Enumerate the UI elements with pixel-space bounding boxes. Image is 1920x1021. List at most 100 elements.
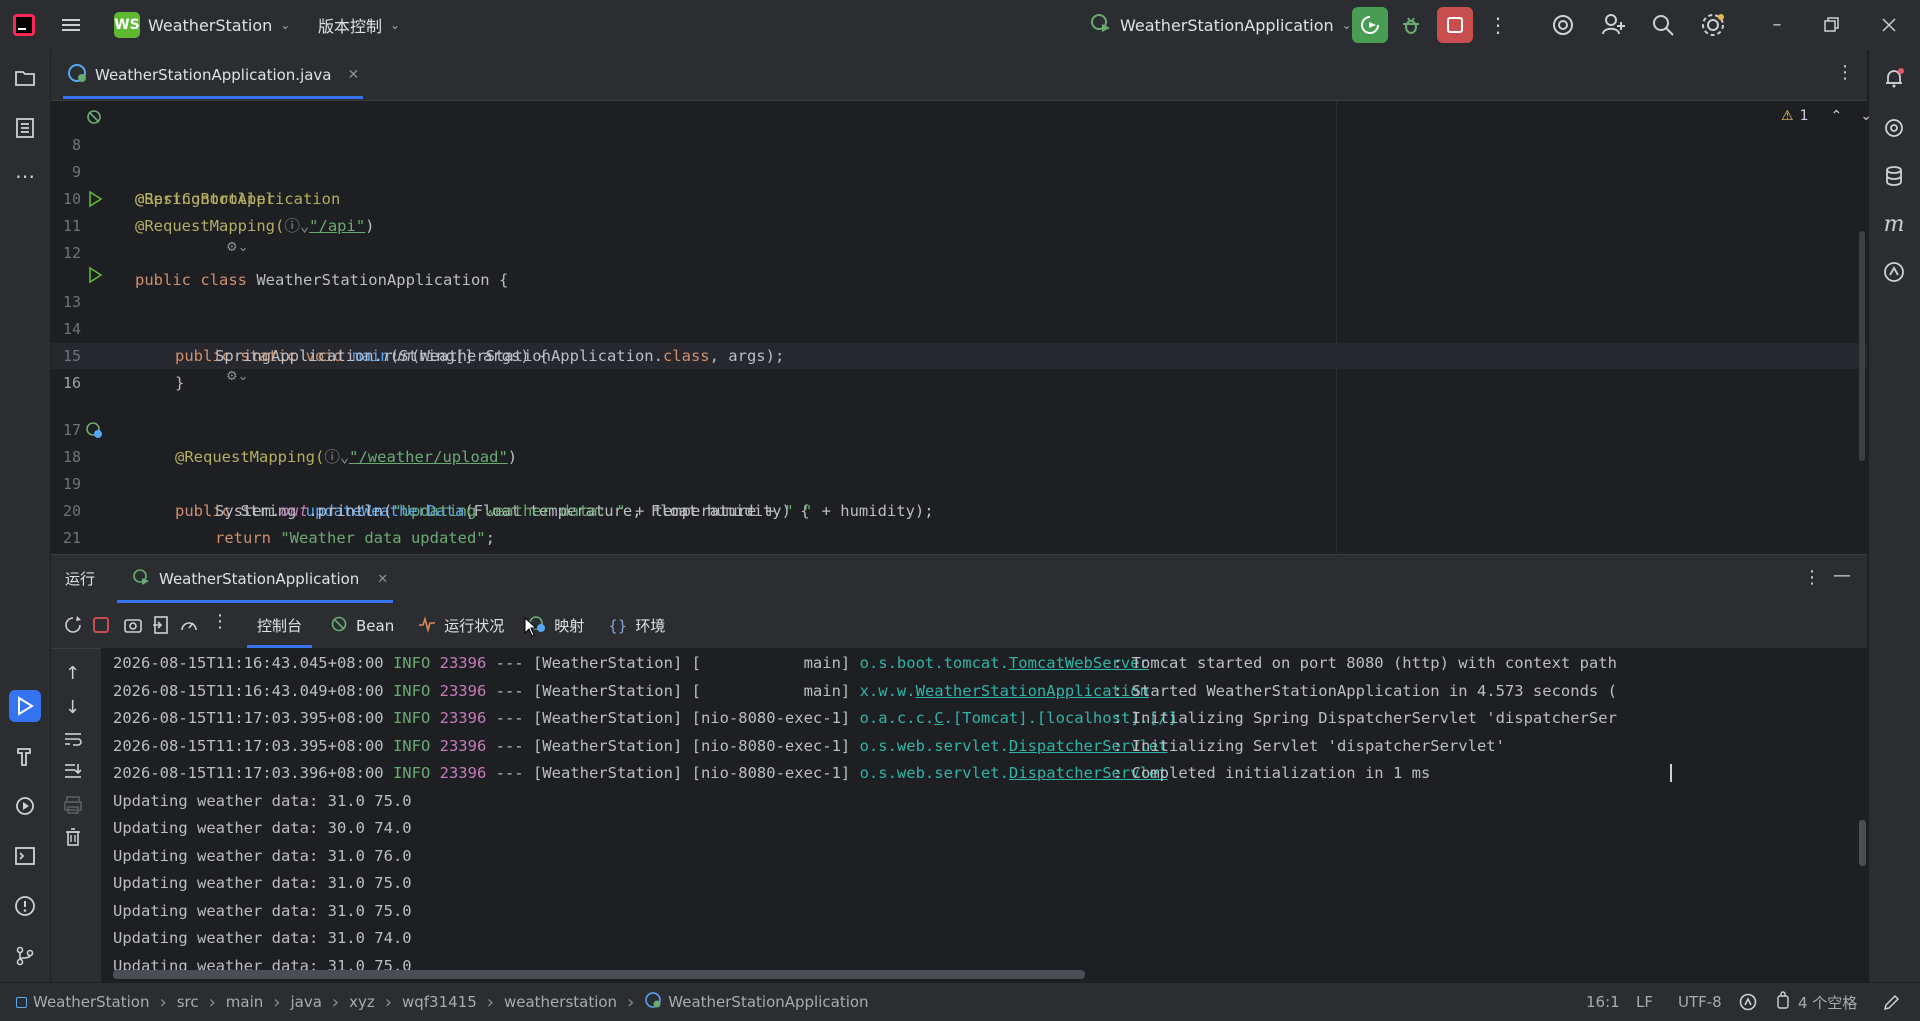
breadcrumb-item[interactable]: java bbox=[290, 993, 321, 1011]
spring-run-icon bbox=[1090, 12, 1112, 38]
code-line: 10 @RequestMapping(ⓘ⌄"/api") bbox=[51, 159, 1867, 235]
editor-tab-weatherstationapplication[interactable]: WeatherStationApplication.java ✕ bbox=[67, 50, 359, 100]
problems-icon[interactable] bbox=[9, 890, 41, 922]
minimize-window-icon[interactable]: – bbox=[1764, 12, 1790, 38]
logger-link[interactable]: C bbox=[934, 709, 943, 727]
code-vision-hint-icon[interactable]: ⚙⌄ bbox=[226, 369, 249, 384]
panel-options-icon[interactable]: ⋮ bbox=[1803, 567, 1821, 588]
log-pid: 23396 bbox=[439, 654, 496, 672]
database-icon[interactable] bbox=[1878, 160, 1910, 192]
git-branch-icon[interactable] bbox=[9, 940, 41, 972]
copilot-icon[interactable] bbox=[1878, 256, 1910, 288]
breadcrumb: WeatherStation › src › main › java › xyz › wqf3141… bbox=[16, 983, 869, 1021]
breadcrumb-label: weatherstation bbox=[503, 993, 618, 1011]
breadcrumb-label: xyz bbox=[349, 993, 375, 1011]
code-editor[interactable]: ⚠ 1 ⌃ ⌄ 8 @SpringBootApplication 9 @Rest… bbox=[51, 101, 1872, 601]
subtab-bean[interactable]: Bean bbox=[318, 603, 406, 648]
subtab-environment[interactable]: {} 环境 bbox=[596, 603, 677, 648]
log-pid: 23396 bbox=[439, 736, 496, 755]
log-thread: --- [WeatherStation] [nio-8080-exec-1] bbox=[495, 736, 860, 755]
trash-icon[interactable] bbox=[63, 827, 83, 851]
build-hammer-icon[interactable] bbox=[9, 740, 41, 772]
console-output[interactable]: 2026-08-15T11:16:43.045+08:00 INFO 23396… bbox=[101, 648, 1867, 982]
restore-window-icon[interactable] bbox=[1818, 12, 1844, 42]
breadcrumb-item[interactable]: main bbox=[226, 993, 263, 1011]
camera-icon[interactable] bbox=[123, 615, 143, 639]
notifications-bell-icon[interactable] bbox=[1878, 62, 1910, 94]
rerun-button[interactable] bbox=[1352, 7, 1388, 43]
code-line: 16 bbox=[51, 343, 1867, 392]
stop-icon[interactable] bbox=[91, 615, 111, 639]
breadcrumb-item[interactable]: xyz bbox=[349, 993, 375, 1011]
log-message: : Initializing Servlet 'dispatcherServle… bbox=[1113, 736, 1505, 755]
subtab-health[interactable]: 运行状况 bbox=[406, 603, 516, 648]
breadcrumb-item[interactable]: WeatherStationApplication bbox=[644, 991, 869, 1013]
breadcrumb-label: java bbox=[290, 993, 322, 1011]
ai-assistant-icon[interactable] bbox=[1550, 12, 1576, 42]
close-window-icon[interactable] bbox=[1876, 12, 1902, 42]
editor-tab-label: WeatherStationApplication.java bbox=[95, 66, 332, 84]
project-switcher[interactable]: WS WeatherStation ⌄ bbox=[114, 0, 290, 50]
caret-position[interactable]: 16:1 bbox=[1586, 983, 1620, 1021]
project-badge: WS bbox=[114, 12, 140, 38]
log-timestamp: 2026-08-15T11:16:43.045+08:00 bbox=[113, 654, 393, 672]
soft-wrap-icon[interactable] bbox=[63, 729, 83, 753]
code-vision-hint-icon[interactable]: ⚙⌄ bbox=[226, 240, 249, 255]
exit-icon[interactable] bbox=[151, 615, 171, 639]
log-message: : Completed initialization in 1 ms bbox=[1113, 764, 1431, 782]
maven-icon[interactable]: m bbox=[1878, 208, 1910, 240]
breadcrumb-item[interactable]: WeatherStation bbox=[16, 993, 149, 1011]
subtab-console[interactable]: 控制台 bbox=[241, 603, 318, 648]
stop-button[interactable] bbox=[1437, 7, 1473, 43]
edit-pencil-icon[interactable] bbox=[1882, 992, 1902, 1016]
stdout-line: Updating weather data: 30.0 74.0 bbox=[113, 819, 412, 837]
more-actions-icon[interactable]: ⋮ bbox=[1488, 12, 1508, 38]
more-actions-icon[interactable]: ⋮ bbox=[211, 611, 229, 632]
breadcrumb-item[interactable]: src bbox=[177, 993, 199, 1011]
hide-panel-icon[interactable]: — bbox=[1833, 565, 1851, 586]
console-side-toolbar: ↑ ↓ bbox=[51, 649, 100, 983]
search-icon[interactable] bbox=[1650, 12, 1676, 42]
scroll-to-end-icon[interactable] bbox=[63, 761, 83, 785]
structure-icon[interactable] bbox=[9, 112, 41, 144]
app-logo-icon[interactable] bbox=[12, 0, 36, 50]
debug-button[interactable] bbox=[1398, 12, 1424, 38]
rerun-icon[interactable] bbox=[63, 615, 83, 639]
settings-gear-icon[interactable] bbox=[1700, 12, 1726, 42]
profiler-gauge-icon[interactable] bbox=[179, 615, 199, 639]
scroll-down-icon[interactable]: ↓ bbox=[65, 697, 80, 718]
line-separator[interactable]: LF bbox=[1636, 983, 1653, 1021]
copilot-status-icon[interactable] bbox=[1738, 992, 1758, 1016]
stdout-line: Updating weather data: 31.0 74.0 bbox=[113, 929, 412, 947]
breadcrumb-item[interactable]: weatherstation bbox=[504, 993, 617, 1011]
ai-chat-icon[interactable] bbox=[1878, 112, 1910, 144]
services-icon[interactable] bbox=[9, 790, 41, 822]
terminal-icon[interactable] bbox=[9, 840, 41, 872]
run-tool-icon[interactable] bbox=[9, 690, 41, 722]
close-tab-icon[interactable]: ✕ bbox=[377, 572, 388, 587]
add-user-icon[interactable] bbox=[1600, 12, 1626, 42]
chevron-right-icon: › bbox=[331, 991, 340, 1013]
scroll-up-icon[interactable]: ↑ bbox=[65, 663, 80, 684]
file-encoding[interactable]: UTF-8 bbox=[1678, 983, 1722, 1021]
run-config-selector[interactable]: WeatherStationApplication ⌄ bbox=[1090, 0, 1352, 50]
indent-setting[interactable]: 4 个空格 bbox=[1776, 983, 1857, 1021]
code-line: 22 } bbox=[51, 525, 1867, 601]
spring-bean-gutter-icon[interactable] bbox=[85, 108, 103, 135]
log-level: INFO bbox=[392, 681, 440, 700]
project-folder-icon[interactable] bbox=[9, 62, 41, 94]
breadcrumb-item[interactable]: wqf31415 bbox=[402, 993, 477, 1011]
print-icon[interactable] bbox=[63, 795, 83, 819]
more-tools-icon[interactable]: ⋯ bbox=[9, 160, 41, 192]
subtab-label: 环境 bbox=[635, 617, 666, 635]
log-pid: 23396 bbox=[439, 764, 496, 782]
run-tab[interactable]: WeatherStationApplication ✕ bbox=[131, 555, 388, 603]
tab-actions-icon[interactable]: ⋮ bbox=[1836, 62, 1854, 83]
console-vertical-scrollbar[interactable] bbox=[1859, 820, 1866, 866]
vcs-menu[interactable]: 版本控制 ⌄ bbox=[318, 0, 400, 50]
breadcrumb-label: WeatherStation bbox=[33, 993, 150, 1011]
main-menu-icon[interactable] bbox=[60, 0, 82, 50]
module-icon bbox=[16, 996, 27, 1008]
close-tab-icon[interactable]: ✕ bbox=[348, 67, 360, 83]
console-horizontal-scrollbar[interactable] bbox=[113, 970, 1085, 979]
